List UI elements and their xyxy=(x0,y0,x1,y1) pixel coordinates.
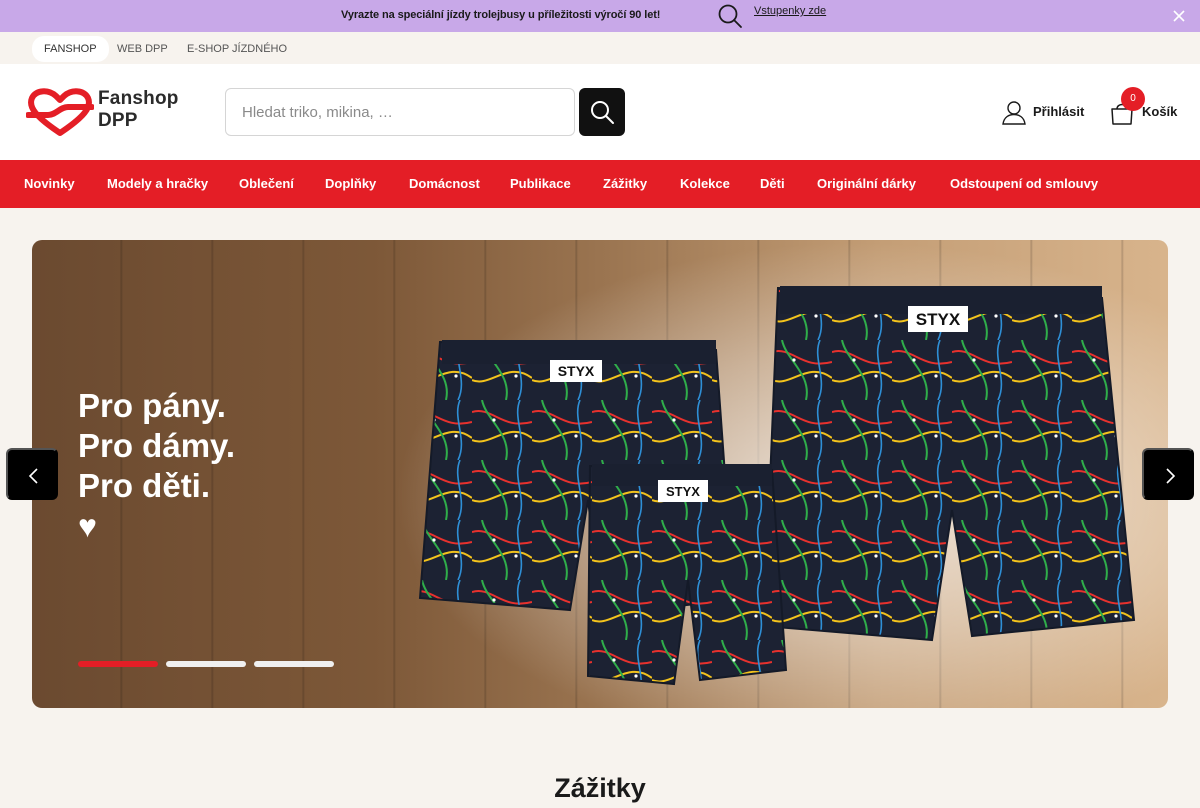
heart-icon: ♥ xyxy=(78,508,97,544)
toplink-eshop-jizdneho[interactable]: E-SHOP JÍZDNÉHO xyxy=(175,36,299,62)
announcement-bar: Vyrazte na speciální jízdy trolejbusy u … xyxy=(0,0,1200,32)
search-icon xyxy=(591,101,614,124)
main-navigation: Novinky Modely a hračky Oblečení Doplňky… xyxy=(0,160,1200,208)
nav-item-domacnost[interactable]: Domácnost xyxy=(409,160,480,208)
search-input[interactable] xyxy=(225,88,575,136)
carousel-prev-button[interactable] xyxy=(6,448,58,500)
hero-line-1: Pro pány. xyxy=(78,387,226,424)
shorts-brand-label: STYX xyxy=(666,484,700,499)
fanshop-logo[interactable]: Fanshop DPP xyxy=(26,87,186,139)
heart-logo-icon xyxy=(26,88,94,136)
section-title: Zážitky xyxy=(554,773,646,803)
shorts-brand-label: STYX xyxy=(558,363,595,379)
nav-item-modely-a-hracky[interactable]: Modely a hračky xyxy=(107,160,208,208)
cart-label: Košík xyxy=(1142,104,1178,119)
hero-line-2: Pro dámy. xyxy=(78,427,236,464)
hero-headline: Pro pány. Pro dámy. Pro děti. xyxy=(78,386,235,506)
nav-item-originalni-darky[interactable]: Originální dárky xyxy=(817,160,916,208)
tickets-link[interactable]: Vstupenky zde xyxy=(754,5,826,17)
nav-item-publikace[interactable]: Publikace xyxy=(510,160,571,208)
logo-line-2: DPP xyxy=(98,110,138,131)
boxer-shorts-image: STYX STYX STYX xyxy=(418,286,1136,686)
nav-item-zazitky[interactable]: Zážitky xyxy=(603,160,647,208)
nav-item-doplnky[interactable]: Doplňky xyxy=(325,160,376,208)
chevron-right-icon xyxy=(1166,468,1176,484)
nav-item-obleceni[interactable]: Oblečení xyxy=(239,160,294,208)
nav-item-novinky[interactable]: Novinky xyxy=(24,160,75,208)
announcement-text: Vyrazte na speciální jízdy trolejbusy u … xyxy=(341,9,661,21)
carousel-next-button[interactable] xyxy=(1142,448,1194,500)
chevron-left-icon xyxy=(28,468,38,484)
search-button[interactable] xyxy=(579,88,625,136)
top-links-bar: FANSHOP WEB DPP E-SHOP JÍZDNÉHO xyxy=(0,32,1200,64)
cart-button[interactable]: 0 Košík xyxy=(1109,87,1179,125)
logo-line-1: Fanshop xyxy=(98,88,179,109)
login-label: Přihlásit xyxy=(1033,104,1085,119)
nav-item-deti[interactable]: Děti xyxy=(760,160,785,208)
carousel-dot-1[interactable] xyxy=(78,661,158,667)
hero-banner[interactable]: STYX STYX STYX Pro pány. Pro dámy. Pro d… xyxy=(32,240,1168,708)
carousel-dot-3[interactable] xyxy=(254,661,334,667)
search-icon[interactable] xyxy=(716,2,744,30)
carousel-dot-2[interactable] xyxy=(166,661,246,667)
close-icon[interactable] xyxy=(1172,9,1186,23)
site-header: Fanshop DPP Přihlásit 0 Košík xyxy=(0,64,1200,160)
shorts-brand-label: STYX xyxy=(916,310,961,329)
nav-item-kolekce[interactable]: Kolekce xyxy=(680,160,730,208)
hero-line-3: Pro děti. xyxy=(78,467,211,504)
nav-item-odstoupeni-od-smlouvy[interactable]: Odstoupení od smlouvy xyxy=(950,160,1098,208)
user-icon xyxy=(1002,101,1026,125)
toplink-fanshop[interactable]: FANSHOP xyxy=(32,36,109,62)
toplink-web-dpp[interactable]: WEB DPP xyxy=(105,36,180,62)
